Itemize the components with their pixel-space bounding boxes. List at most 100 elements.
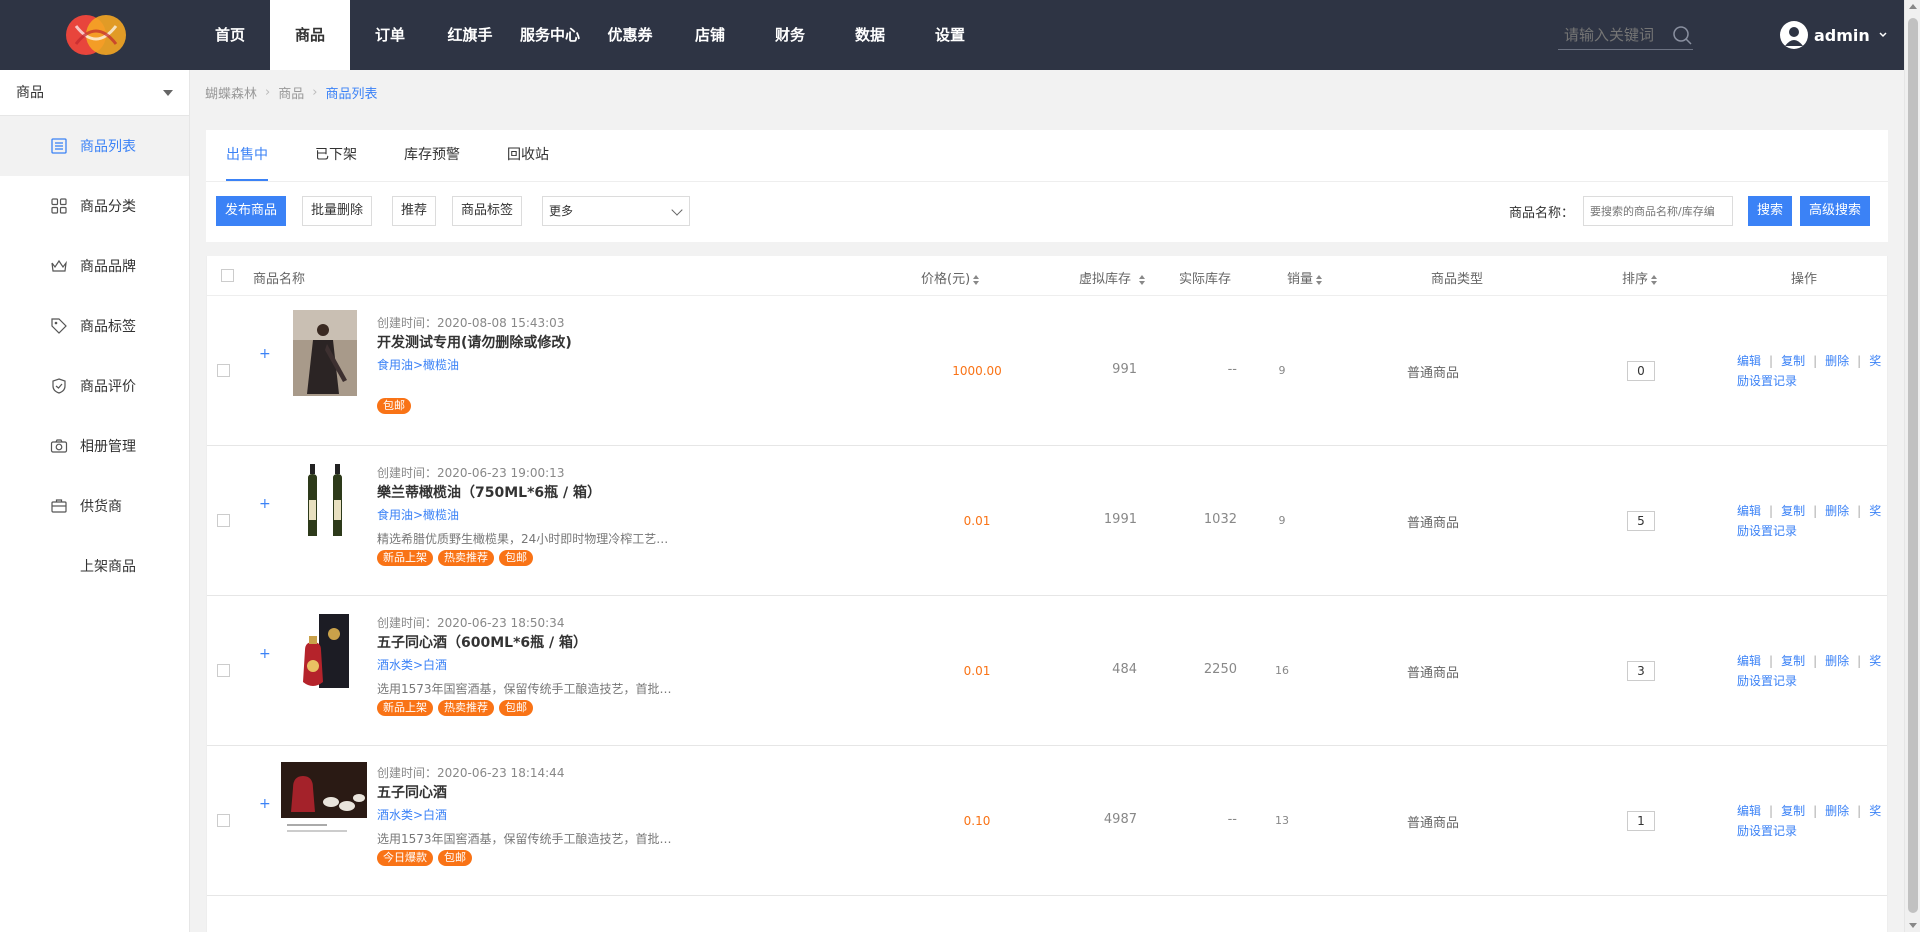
nav-service-center[interactable]: 服务中心 [510,0,590,70]
goods-label-button[interactable]: 商品标签 [452,196,523,226]
delete-link[interactable]: 删除 [1825,504,1849,518]
sidebar-item-goods-list[interactable]: 商品列表 [0,116,189,176]
sort-input[interactable]: 1 [1627,811,1655,831]
product-name[interactable]: 樂兰蒂橄榄油（750ML*6瓶 / 箱） [377,482,601,502]
sort-icon [973,274,980,285]
product-thumbnail[interactable] [293,310,357,396]
sidebar-item-label: 商品评价 [80,379,136,395]
copy-link[interactable]: 复制 [1781,654,1805,668]
sort-input[interactable]: 3 [1627,661,1655,681]
sidebar-item-goods-tag[interactable]: 商品标签 [0,296,189,356]
col-sort[interactable]: 排序 [1622,268,1658,287]
sidebar-item-label: 商品品牌 [80,259,136,275]
sidebar-module-select[interactable]: 商品 [0,70,189,116]
nav-data[interactable]: 数据 [830,0,910,70]
product-name[interactable]: 开发测试专用(请勿删除或修改) [377,332,572,352]
nav-goods[interactable]: 商品 [270,0,350,70]
edit-link[interactable]: 编辑 [1737,654,1761,668]
search-button[interactable]: 搜索 [1748,196,1793,226]
scroll-thumb[interactable] [1908,18,1918,913]
select-all-checkbox[interactable] [221,269,234,282]
product-thumbnail[interactable] [297,612,355,692]
sort-input[interactable]: 5 [1627,511,1655,531]
logo[interactable] [62,12,130,58]
breadcrumb-item[interactable]: 蝴蝶森林 [205,83,257,102]
real-stock: -- [1227,362,1237,377]
user-menu[interactable]: admin [1780,21,1888,49]
col-price[interactable]: 价格(元) [921,268,980,287]
sidebar-item-label: 商品分类 [80,199,136,215]
sidebar-item-supplier[interactable]: 供货商 [0,476,189,536]
shield-icon [52,378,66,394]
goods-table: 商品名称 价格(元) 虚拟库存 实际库存 销量 商品类型 排序 操作 + 创建时… [206,256,1888,932]
nav-finance[interactable]: 财务 [750,0,830,70]
product-thumbnail[interactable] [281,762,367,842]
sidebar-item-goods-category[interactable]: 商品分类 [0,176,189,236]
page-scrollbar[interactable] [1904,0,1920,932]
edit-link[interactable]: 编辑 [1737,804,1761,818]
col-vstock[interactable]: 虚拟库存 [1079,268,1146,287]
tab-off-shelf[interactable]: 已下架 [315,130,357,181]
row-checkbox[interactable] [217,364,230,377]
edit-link[interactable]: 编辑 [1737,504,1761,518]
nav-settings[interactable]: 设置 [910,0,990,70]
sidebar-item-goods-review[interactable]: 商品评价 [0,356,189,416]
expand-icon[interactable]: + [259,796,271,812]
row-operations: 编辑 | 复制 | 删除 | 奖励设置记录 [1737,504,1882,538]
row-checkbox[interactable] [217,664,230,677]
tab-recycle-bin[interactable]: 回收站 [507,130,549,181]
product-category[interactable]: 食用油>橄榄油 [377,506,459,523]
product-category[interactable]: 食用油>橄榄油 [377,356,459,373]
tab-stock-warning[interactable]: 库存预警 [404,130,460,181]
top-search-input[interactable] [1564,25,1664,45]
breadcrumb-item[interactable]: 商品 [278,83,304,102]
product-category[interactable]: 酒水类>白酒 [377,656,447,673]
row-checkbox[interactable] [217,514,230,527]
copy-link[interactable]: 复制 [1781,804,1805,818]
created-time: 创建时间：2020-06-23 18:50:34 [377,616,565,630]
table-row: + 创建时间：2020-06-23 18:14:44 五子同心酒 酒水类>白酒 … [207,746,1887,896]
col-sales[interactable]: 销量 [1287,268,1323,287]
virtual-stock: 4987 [1103,812,1137,827]
sort-input[interactable]: 0 [1627,361,1655,381]
main-nav: 首页 商品 订单 红旗手 服务中心 优惠券 店铺 财务 数据 设置 [190,0,990,70]
product-thumbnail[interactable] [305,464,349,538]
nav-coupons[interactable]: 优惠券 [590,0,670,70]
product-category[interactable]: 酒水类>白酒 [377,806,447,823]
row-operations: 编辑 | 复制 | 删除 | 奖励设置记录 [1737,654,1882,688]
nav-orders[interactable]: 订单 [350,0,430,70]
product-desc: 精选希腊优质野生橄榄果，24小时即时物理冷榨工艺，... [377,532,677,546]
delete-link[interactable]: 删除 [1825,654,1849,668]
advanced-search-button[interactable]: 高级搜索 [1800,196,1871,226]
tab-on-sale[interactable]: 出售中 [226,130,268,181]
sidebar-item-album[interactable]: 相册管理 [0,416,189,476]
recommend-button[interactable]: 推荐 [392,196,437,226]
top-search [1558,20,1693,50]
scroll-up-arrow-icon[interactable] [1909,4,1917,9]
product-name[interactable]: 五子同心酒（600ML*6瓶 / 箱） [377,632,587,652]
goods-name-search-input[interactable] [1583,196,1733,226]
copy-link[interactable]: 复制 [1781,504,1805,518]
publish-goods-button[interactable]: 发布商品 [216,196,287,226]
delete-link[interactable]: 删除 [1825,354,1849,368]
nav-store[interactable]: 店铺 [670,0,750,70]
nav-red-flag[interactable]: 红旗手 [430,0,510,70]
copy-link[interactable]: 复制 [1781,354,1805,368]
delete-link[interactable]: 删除 [1825,804,1849,818]
scroll-down-arrow-icon[interactable] [1909,923,1917,928]
nav-home[interactable]: 首页 [190,0,270,70]
expand-icon[interactable]: + [259,646,271,662]
expand-icon[interactable]: + [259,346,271,362]
price: 0.01 [963,514,991,528]
sidebar-item-onshelf[interactable]: 上架商品 [0,536,189,596]
expand-icon[interactable]: + [259,496,271,512]
edit-link[interactable]: 编辑 [1737,354,1761,368]
tag-badge: 包邮 [438,850,472,866]
more-select[interactable]: 更多 [542,196,690,226]
search-icon[interactable] [1671,24,1693,46]
sidebar-item-goods-brand[interactable]: 商品品牌 [0,236,189,296]
product-name[interactable]: 五子同心酒 [377,782,447,802]
row-checkbox[interactable] [217,814,230,827]
table-row: + 创建时间：2020-08-08 15:43:03 开发测试专用(请勿删除或修… [207,296,1887,446]
batch-delete-button[interactable]: 批量删除 [302,196,373,226]
